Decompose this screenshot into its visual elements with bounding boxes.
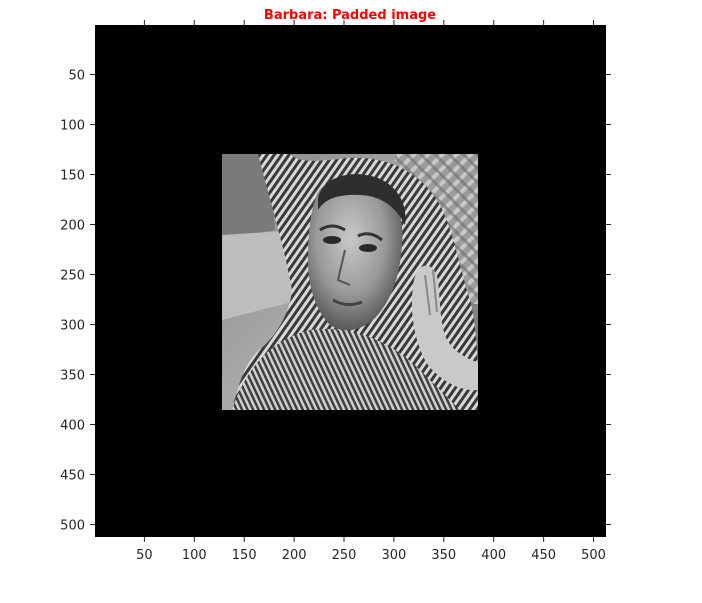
- barbara-image: [222, 154, 478, 410]
- y-tick-label: 200: [60, 219, 85, 234]
- y-tick-label: 250: [60, 269, 85, 284]
- y-tick-label: 50: [68, 69, 85, 84]
- left-eye: [323, 236, 341, 244]
- y-tick-label: 350: [60, 369, 85, 384]
- x-tick-label: 200: [282, 548, 307, 563]
- right-eye: [359, 244, 377, 252]
- x-tick-label: 350: [431, 548, 456, 563]
- y-tick-label: 400: [60, 419, 85, 434]
- y-tick-label: 100: [60, 119, 85, 134]
- figure-title: Barbara: Padded image: [264, 8, 436, 23]
- x-tick-label: 400: [481, 548, 506, 563]
- x-tick-label: 250: [332, 548, 357, 563]
- x-tick-label: 50: [136, 548, 153, 563]
- y-tick-label: 450: [60, 469, 85, 484]
- figure-canvas: Barbara: Padded image 50 100 150 200 250 300 3…: [60, 8, 611, 563]
- x-tick-label: 450: [531, 548, 556, 563]
- x-tick-label: 500: [581, 548, 606, 563]
- y-tick-label: 500: [60, 519, 85, 534]
- x-tick-label: 300: [382, 548, 407, 563]
- x-tick-label: 150: [232, 548, 257, 563]
- x-tick-label: 100: [182, 548, 207, 563]
- y-tick-label: 150: [60, 169, 85, 184]
- y-tick-label: 300: [60, 319, 85, 334]
